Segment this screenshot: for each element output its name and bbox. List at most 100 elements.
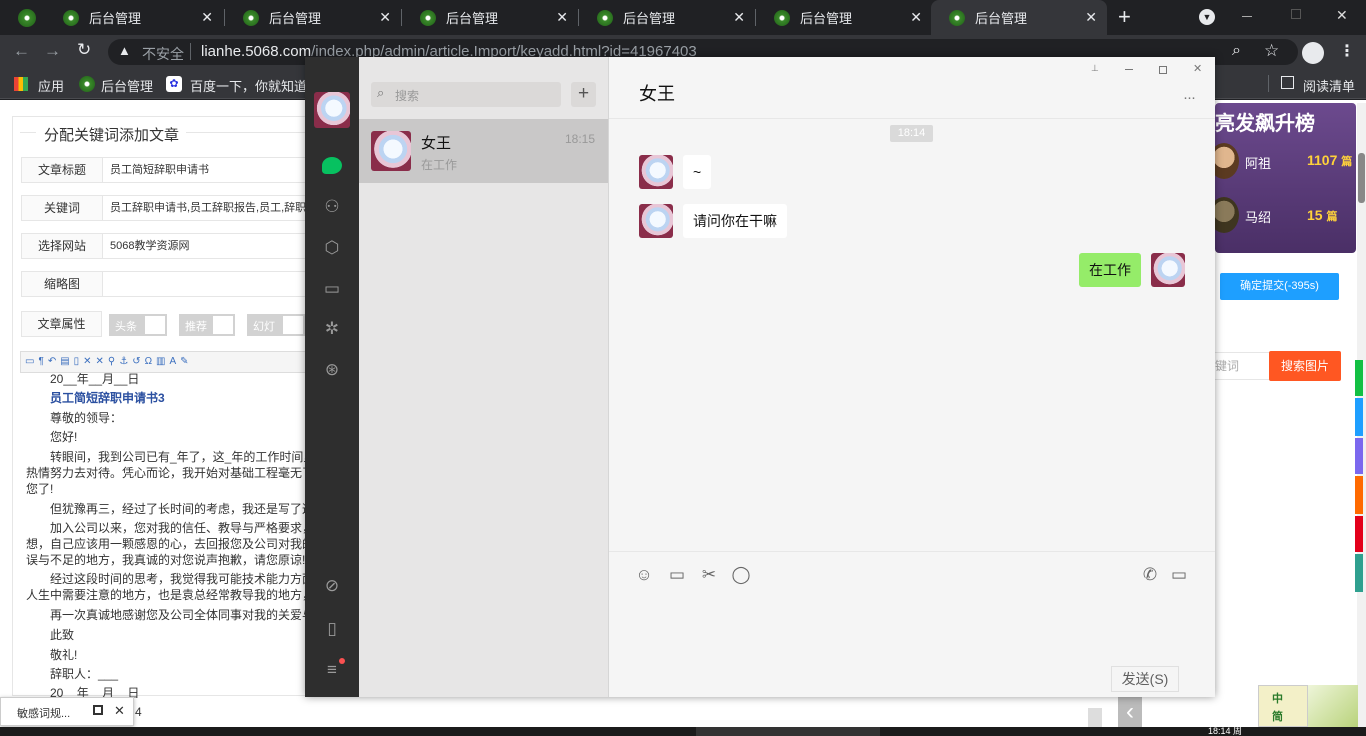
- reading-list[interactable]: 阅读清单: [1303, 76, 1355, 95]
- close-tab-icon[interactable]: ✕: [379, 9, 391, 26]
- contact-avatar[interactable]: [639, 155, 673, 189]
- field-site[interactable]: 选择网站 5068教学资源网: [21, 233, 311, 259]
- emoji-icon[interactable]: ☺: [634, 565, 654, 585]
- switch-recommend[interactable]: 推荐: [179, 314, 235, 336]
- profile-avatar-icon[interactable]: [1302, 42, 1324, 64]
- field-value[interactable]: 员工简短辞职申请书: [110, 158, 306, 182]
- close-icon[interactable]: ✕: [114, 703, 125, 719]
- keyword-input[interactable]: 键词: [1215, 352, 1270, 380]
- side-tab-purple[interactable]: [1355, 438, 1363, 474]
- close-tab-icon[interactable]: ✕: [556, 9, 568, 26]
- wechat-window: ⚇ ⬡ ▭ ✲ ⊛ ⊘ ▯ ≡ ⌕ 搜索 + 女王 18:15 在工作 女王 ⊥…: [305, 57, 1215, 697]
- bookmark-baidu[interactable]: 百度一下，你就知道: [190, 76, 307, 95]
- minimize-icon[interactable]: [1125, 69, 1133, 70]
- add-chat-button[interactable]: +: [571, 82, 596, 107]
- bookmark-admin[interactable]: 后台管理: [101, 76, 153, 95]
- voice-call-icon[interactable]: ✆: [1140, 565, 1160, 585]
- ime-toolbar[interactable]: 中 简: [1258, 685, 1308, 727]
- side-tab-green[interactable]: [1355, 360, 1363, 396]
- divider: [609, 551, 1215, 552]
- my-avatar[interactable]: [314, 92, 350, 128]
- message-input[interactable]: [629, 587, 1195, 657]
- close-tab-icon[interactable]: ✕: [733, 9, 745, 26]
- discover-icon[interactable]: ⊛: [322, 360, 342, 380]
- tab-5[interactable]: 后台管理 ✕: [756, 0, 932, 35]
- field-thumbnail[interactable]: 缩略图: [21, 271, 311, 297]
- reload-icon[interactable]: ↻: [77, 40, 91, 60]
- tab-6-active[interactable]: 后台管理 ✕: [931, 0, 1107, 35]
- minimize-window-icon[interactable]: [1242, 16, 1252, 17]
- side-tab-red[interactable]: [1355, 516, 1363, 552]
- field-article-title[interactable]: 文章标题 员工简短辞职申请书: [21, 157, 311, 183]
- message-bubble[interactable]: ~: [683, 155, 712, 189]
- screenshot-icon[interactable]: ✂: [699, 565, 719, 585]
- switch-slideshow[interactable]: 幻灯: [247, 314, 305, 336]
- message-bubble[interactable]: 请问你在干嘛: [683, 204, 787, 238]
- field-label: 关键词: [22, 196, 103, 220]
- bookmark-apps[interactable]: 应用: [38, 76, 64, 95]
- taskbar-item[interactable]: [696, 727, 880, 736]
- field-value[interactable]: 员工辞职申请书,员工辞职报告,员工,辞职,辞: [110, 196, 306, 220]
- chat-history-icon[interactable]: ◯: [731, 565, 751, 585]
- warning-icon[interactable]: ▲: [118, 43, 131, 58]
- field-value[interactable]: 5068教学资源网: [110, 234, 306, 258]
- side-tab-blue[interactable]: [1355, 398, 1363, 436]
- side-tab-teal[interactable]: [1355, 554, 1363, 592]
- my-avatar[interactable]: [1151, 253, 1185, 287]
- tab-3[interactable]: 后台管理 ✕: [402, 0, 578, 35]
- files-icon[interactable]: ▭: [322, 279, 342, 299]
- message-bubble-me[interactable]: 在工作: [1079, 253, 1141, 287]
- moments-icon[interactable]: ✲: [322, 319, 342, 339]
- tab-search-icon[interactable]: ▼: [1199, 9, 1215, 25]
- mini-program-icon[interactable]: ⊘: [322, 576, 342, 596]
- reading-list-icon[interactable]: [1281, 76, 1294, 89]
- maximize-icon[interactable]: [1159, 66, 1167, 74]
- side-tab-orange[interactable]: [1355, 476, 1363, 514]
- apps-grid-icon[interactable]: [14, 77, 28, 91]
- chat-title: 女王: [639, 84, 675, 104]
- submit-button[interactable]: 确定提交(-395s): [1220, 273, 1339, 300]
- insecure-label[interactable]: 不安全: [142, 44, 184, 64]
- switch-headline[interactable]: 头条: [109, 314, 167, 336]
- restore-icon[interactable]: [93, 705, 103, 715]
- restore-window-icon[interactable]: [1291, 9, 1301, 19]
- search-input[interactable]: ⌕ 搜索: [371, 82, 561, 107]
- close-window-icon[interactable]: ✕: [1336, 7, 1348, 24]
- folder-icon[interactable]: ▭: [667, 565, 687, 585]
- tab-1[interactable]: 后台管理 ✕: [45, 0, 223, 35]
- menu-icon[interactable]: ⋮: [1339, 41, 1355, 61]
- search-placeholder: 搜索: [395, 89, 420, 103]
- tab-overflow-favicon[interactable]: [18, 9, 36, 27]
- new-tab-button[interactable]: +: [1118, 4, 1131, 30]
- send-button[interactable]: 发送(S): [1111, 666, 1179, 692]
- chat-icon[interactable]: [322, 157, 342, 174]
- ranking-panel: 亮发飙升榜 阿祖 1107 篇 马绍 15 篇: [1209, 103, 1356, 253]
- search-images-button[interactable]: 搜索图片: [1269, 351, 1341, 381]
- pin-icon[interactable]: ⊥: [1091, 63, 1099, 74]
- forward-icon[interactable]: →: [44, 41, 61, 61]
- conversation-item[interactable]: 女王 18:15 在工作: [359, 119, 608, 183]
- close-tab-icon[interactable]: ✕: [1085, 9, 1097, 26]
- contact-avatar[interactable]: [639, 204, 673, 238]
- tab-2[interactable]: 后台管理 ✕: [225, 0, 401, 35]
- baidu-paw-icon: ✿: [166, 76, 182, 92]
- more-button[interactable]: ···: [1183, 89, 1196, 106]
- sensitive-words-popup[interactable]: 敏感词规... ✕: [0, 697, 134, 726]
- back-icon[interactable]: ←: [13, 41, 30, 61]
- bookmark-star-icon[interactable]: ☆: [1264, 41, 1279, 61]
- editor-line: 热情努力去对待。凭心而论，我开始对基础工程毫无了: [26, 466, 310, 480]
- zoom-icon[interactable]: ⌕: [1232, 42, 1241, 60]
- ranking-title: 亮发飙升榜: [1215, 113, 1315, 135]
- editor-toolbar[interactable]: ▭¶↶▤▯✕✕⚲⚓↺Ω▥A✎: [20, 351, 310, 373]
- editor-body[interactable]: 20__年__月__日 员工简短辞职申请书3 尊敬的领导： 您好! 转眼间，我到…: [20, 373, 310, 698]
- video-call-icon[interactable]: ▭: [1169, 565, 1189, 585]
- collections-icon[interactable]: ⬡: [322, 238, 342, 258]
- collapse-arrow-icon[interactable]: ‹: [1118, 697, 1142, 727]
- tab-4[interactable]: 后台管理 ✕: [579, 0, 755, 35]
- contacts-icon[interactable]: ⚇: [322, 197, 342, 217]
- close-tab-icon[interactable]: ✕: [201, 9, 213, 26]
- field-keywords[interactable]: 关键词 员工辞职申请书,员工辞职报告,员工,辞职,辞: [21, 195, 311, 221]
- close-icon[interactable]: ✕: [1193, 62, 1202, 75]
- close-tab-icon[interactable]: ✕: [910, 9, 922, 26]
- phone-icon[interactable]: ▯: [322, 619, 342, 639]
